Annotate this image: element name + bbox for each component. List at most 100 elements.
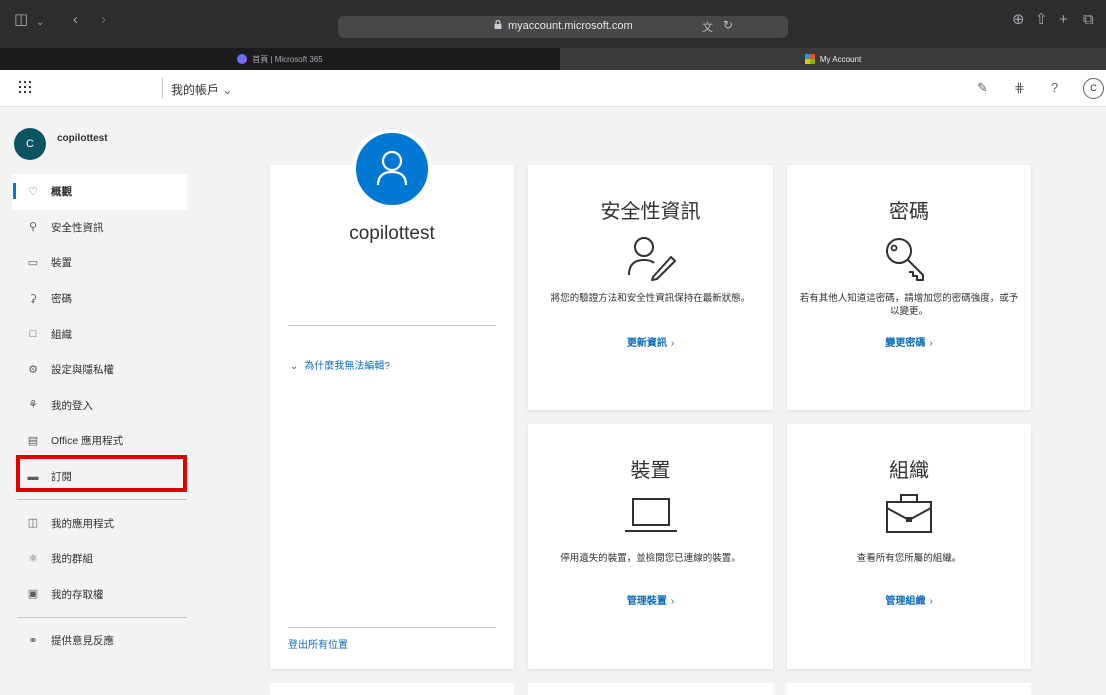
sidebar-item-office-apps[interactable]: ▤ Office 應用程式 [12,423,187,459]
key-icon [787,233,1031,288]
lock-icon [494,20,502,29]
app-title: 我的帳戶 [171,83,220,97]
sidebar-item-label: 我的登入 [51,399,93,412]
why-edit-link[interactable]: ⌄ 為什麼我無法編輯? [290,357,390,372]
link-label: 變更密碼 [885,338,926,349]
share-icon[interactable]: ⇧ [1035,12,1048,28]
link-label: 更新資訊 [626,338,667,349]
tab-overview-icon[interactable]: ⧉ [1083,12,1094,28]
chevron-down-icon: ⌄ [222,83,233,97]
sidebar-item-label: 裝置 [51,257,72,270]
update-info-link[interactable]: 更新資訊 › [528,334,773,349]
sidebar-item-devices[interactable]: ▭ 裝置 [12,245,187,281]
feedback-icon[interactable]: ✎ [977,80,988,96]
why-edit-label: 為什麼我無法編輯? [304,361,390,372]
person-icon [376,150,408,186]
card-title: 組織 [889,460,929,482]
change-password-link[interactable]: 變更密碼 › [787,334,1031,349]
tab-microsoft365[interactable]: 首頁 | Microsoft 365 [0,48,560,70]
profile-name: copilottest [349,223,435,244]
sidebar-item-label: Office 應用程式 [51,435,124,448]
manage-organizations-link[interactable]: 管理組織 › [787,592,1031,607]
link-label: 管理裝置 [626,596,667,607]
chevron-right-icon: › [929,338,933,349]
security-info-icon [528,233,773,286]
m365-logo-icon [237,54,248,64]
app-header: 我的帳戶 ⌄ ✎ ⋕ ? C [0,70,1106,107]
chevron-right-icon: › [670,596,675,607]
sidebar-item-my-apps[interactable]: ◫ 我的應用程式 [12,505,187,541]
new-tab-icon[interactable]: + [1059,12,1068,28]
password-card: 密碼 若有其他人知道這密碼，請增加您的密碼強度，或予以變更。 變更密碼 › [787,165,1031,410]
sidebar-item-label: 我的群組 [51,553,93,566]
app-title-menu[interactable]: 我的帳戶 ⌄ [171,81,232,98]
url-text: myaccount.microsoft.com [508,20,633,32]
sidebar-toggle-icon[interactable]: ◫ [14,12,28,28]
feedback-icon: ⚭ [28,634,38,647]
sidebar-item-my-groups[interactable]: ⚛ 我的群組 [12,541,187,577]
account-avatar[interactable]: C [1083,78,1104,99]
browser-toolbar: ◫ ⌄ ‹ › myaccount.microsoft.com 文 ↻ ⊕ ⇧ … [0,0,1106,48]
signout-everywhere-link[interactable]: 登出所有位置 [288,636,348,651]
divider [288,325,496,326]
reload-icon[interactable]: ↻ [723,18,733,32]
chevron-down-icon[interactable]: ⌄ [36,15,44,31]
my-apps-icon: ◫ [27,517,39,530]
sidebar-item-password[interactable]: ⚳ 密碼 [12,281,187,317]
tab-strip: 首頁 | Microsoft 365 My Account [0,48,1106,70]
tab-label: My Account [819,54,862,64]
profile-avatar[interactable] [352,129,432,209]
chevron-right-icon: › [670,338,675,349]
nav-divider [17,617,187,619]
sidebar-item-label: 我的應用程式 [51,517,114,530]
sidebar-item-feedback[interactable]: ⚭ 提供意見反應 [12,623,187,659]
card-description: 將您的驗證方法和安全性資訊保持在最新狀態。 [550,293,751,304]
org-chart-icon[interactable]: ⋕ [1014,80,1025,96]
tab-my-account[interactable]: My Account [560,48,1106,70]
profile-card: copilottest ⌄ 為什麼我無法編輯? 登出所有位置 [270,165,514,669]
sidebar-item-organizations[interactable]: □ 組織 [12,316,187,352]
laptop-icon: ▭ [27,256,39,269]
card-partial [270,683,514,695]
forward-icon[interactable]: › [101,12,106,28]
chevron-down-icon: ⌄ [290,361,299,372]
card-description: 查看所有您所屬的組織。 [856,553,962,564]
sidebar-item-security-info[interactable]: ⚲ 安全性資訊 [12,210,187,246]
groups-icon: ⚛ [28,552,38,565]
manage-devices-link[interactable]: 管理裝置 › [528,592,773,607]
download-icon[interactable]: ⊕ [1012,12,1025,28]
chevron-right-icon: › [929,596,933,607]
help-icon[interactable]: ? [1051,80,1058,95]
translate-icon[interactable]: 文 [702,19,713,35]
briefcase-icon [787,492,1031,541]
sidebar-item-label: 提供意見反應 [51,635,114,648]
tab-label: 首頁 | Microsoft 365 [252,54,323,64]
sidebar-item-settings-privacy[interactable]: ⚙ 設定與隱私權 [12,352,187,388]
person-icon: ♡ [28,185,38,198]
key-icon: ⚳ [28,292,38,305]
card-title: 裝置 [630,460,671,482]
card-partial [528,683,773,695]
user-name: copilottest [57,133,108,144]
microsoft-logo-icon [804,54,815,64]
sidebar-item-my-signins[interactable]: ⚘ 我的登入 [12,388,187,424]
divider [288,627,496,628]
signin-icon: ⚘ [28,399,38,412]
app-launcher-icon[interactable] [19,81,31,93]
organizations-card: 組織 查看所有您所屬的組織。 管理組織 › [787,424,1031,669]
address-bar[interactable]: myaccount.microsoft.com 文 ↻ [338,16,788,38]
sidebar-item-label: 安全性資訊 [51,221,104,234]
sidebar-item-label: 我的存取權 [51,588,104,601]
link-label: 管理組織 [885,596,926,607]
devices-card: 裝置 停用遺失的裝置，並檢閱您已連線的裝置。 管理裝置 › [528,424,773,669]
card-title: 安全性資訊 [600,201,701,223]
sidebar-item-label: 概觀 [51,186,72,199]
header-divider [162,78,163,98]
gear-icon: ⚙ [28,363,38,376]
highlight-annotation [16,455,187,492]
sidebar-item-overview[interactable]: ♡ 概觀 [12,174,187,210]
avatar: C [14,128,46,160]
back-icon[interactable]: ‹ [73,12,78,28]
security-info-icon: ⚲ [28,221,38,234]
sidebar-item-my-access[interactable]: ▣ 我的存取權 [12,577,187,613]
